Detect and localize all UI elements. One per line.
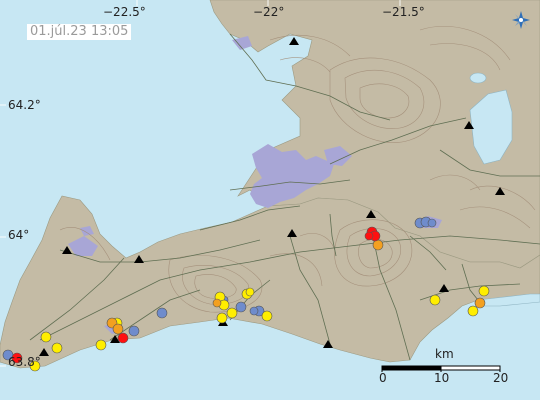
earthquake-day	[429, 294, 441, 306]
scale-bar-segment	[381, 365, 442, 371]
earthquake-older	[249, 306, 259, 316]
map-canvas	[0, 0, 540, 372]
earthquake-older	[427, 218, 437, 228]
earthquake-hours	[474, 297, 486, 309]
earthquake-recent	[364, 231, 374, 241]
earthquake-day	[226, 307, 238, 319]
longitude-label: −21.5°	[382, 5, 425, 19]
earthquake-day	[261, 310, 273, 322]
earthquake-map[interactable]: 01.júl.23 13:05 −22.5° −22° −21.5° 64.2°…	[0, 0, 540, 400]
earthquake-hours	[372, 239, 384, 251]
earthquake-older	[235, 301, 247, 313]
latitude-label: 64°	[8, 228, 30, 242]
earthquake-day	[245, 287, 255, 297]
latitude-label: 63.8°	[8, 355, 41, 369]
earthquake-day	[51, 342, 63, 354]
scale-bar-tick: 0	[379, 371, 387, 385]
longitude-label: −22°	[253, 5, 285, 19]
earthquake-day	[467, 305, 479, 317]
earthquake-day	[216, 312, 228, 324]
scale-bar-unit: km	[435, 347, 454, 361]
volcano-icon	[289, 37, 299, 45]
earthquake-hours	[112, 323, 124, 335]
scale-bar-tick: 20	[493, 371, 509, 385]
lake-small	[469, 72, 487, 84]
map-timestamp: 01.júl.23 13:05	[27, 24, 132, 40]
latitude-label: 64.2°	[8, 98, 41, 112]
earthquake-older	[156, 307, 168, 319]
earthquake-day	[478, 285, 490, 297]
earthquake-day	[40, 331, 52, 343]
earthquake-recent	[117, 332, 129, 344]
longitude-label: −22.5°	[103, 5, 146, 19]
earthquake-older	[128, 325, 140, 337]
scale-bar-tick: 10	[434, 371, 450, 385]
earthquake-day	[95, 339, 107, 351]
earthquake-hours	[212, 298, 222, 308]
